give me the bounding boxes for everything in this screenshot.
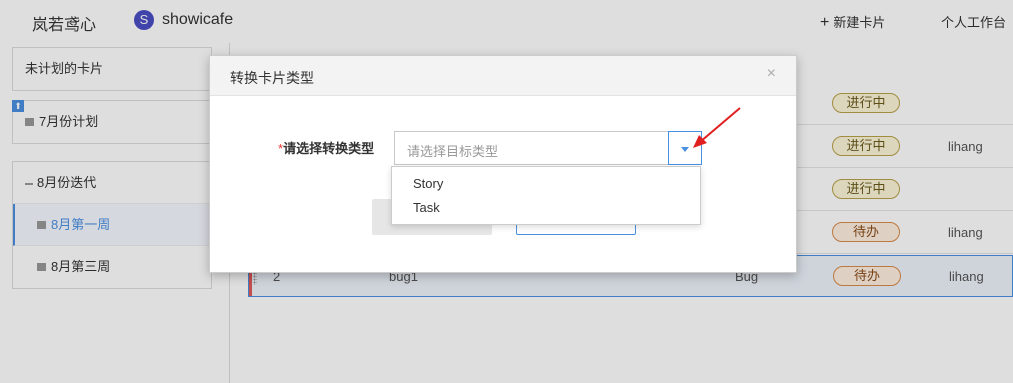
dialog-title: 转换卡片类型 [230, 70, 314, 86]
annotation-arrow-icon [693, 107, 741, 148]
option-story[interactable]: Story [413, 176, 443, 191]
convert-card-type-dialog: 转换卡片类型 × *请选择转换类型 请选择目标类型 [209, 55, 797, 273]
type-options-dropdown: Story Task [391, 166, 701, 225]
dialog-header: 转换卡片类型 × [210, 56, 796, 96]
convert-type-label: *请选择转换类型 [278, 138, 374, 157]
chevron-down-icon [681, 147, 689, 152]
option-task[interactable]: Task [413, 200, 440, 215]
convert-type-label-text: 请选择转换类型 [283, 141, 375, 156]
select-placeholder: 请选择目标类型 [407, 144, 499, 159]
target-type-select[interactable]: 请选择目标类型 [394, 131, 702, 165]
close-icon[interactable]: × [767, 65, 776, 83]
